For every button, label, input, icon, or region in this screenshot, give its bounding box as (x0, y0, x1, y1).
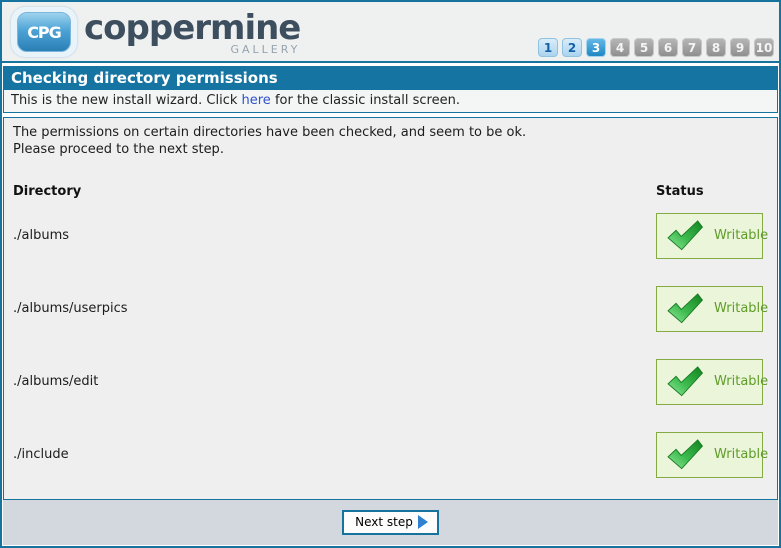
step-6[interactable]: 6 (658, 38, 678, 57)
next-step-label: Next step (355, 515, 413, 529)
brand-title: coppermine (84, 10, 300, 46)
cpg-logo-icon: CPG (17, 12, 71, 52)
intro-line-2: Please proceed to the next step. (13, 141, 768, 158)
step-9[interactable]: 9 (730, 38, 750, 57)
step-8[interactable]: 8 (706, 38, 726, 57)
intro-text: The permissions on certain directories h… (13, 124, 768, 158)
directory-path: ./albums/edit (13, 374, 656, 389)
check-icon (666, 439, 704, 471)
next-step-button[interactable]: Next step (342, 510, 439, 535)
column-header-directory: Directory (13, 184, 656, 199)
column-header-status: Status (656, 184, 768, 199)
step-4[interactable]: 4 (610, 38, 630, 57)
header: CPG coppermine GALLERY 12345678910 (2, 2, 779, 63)
status-label: Writable (714, 301, 768, 316)
directory-path: ./include (13, 447, 656, 462)
check-icon (666, 293, 704, 325)
check-icon (666, 220, 704, 252)
status-label: Writable (714, 228, 768, 243)
status-cell: Writable (656, 359, 768, 405)
table-header-row: Directory Status (13, 184, 768, 199)
status-badge: Writable (656, 213, 763, 259)
status-cell: Writable (656, 213, 768, 259)
wizard-note: This is the new install wizard. Click he… (4, 90, 777, 112)
status-label: Writable (714, 447, 768, 462)
intro-line-1: The permissions on certain directories h… (13, 124, 768, 141)
wizard-note-text-after: for the classic install screen. (271, 93, 460, 108)
status-badge: Writable (656, 286, 763, 332)
step-7[interactable]: 7 (682, 38, 702, 57)
status-badge: Writable (656, 359, 763, 405)
main-content: The permissions on certain directories h… (3, 117, 778, 500)
status-cell: Writable (656, 286, 768, 332)
step-3[interactable]: 3 (586, 38, 606, 57)
install-wizard-page: CPG coppermine GALLERY 12345678910 Check… (0, 0, 781, 548)
arrow-right-icon (418, 515, 428, 529)
step-indicator: 12345678910 (538, 38, 774, 57)
status-cell: Writable (656, 432, 768, 478)
check-icon (666, 366, 704, 398)
step-10[interactable]: 10 (754, 38, 774, 57)
directory-table-body: ./albumsWritable./albums/userpicsWritabl… (13, 199, 768, 491)
classic-install-link[interactable]: here (242, 93, 271, 108)
table-row: ./albums/editWritable (13, 345, 768, 418)
page-title: Checking directory permissions (4, 67, 777, 90)
title-section: Checking directory permissions This is t… (3, 66, 778, 113)
coppermine-logo: CPG (11, 7, 77, 57)
step-1[interactable]: 1 (538, 38, 558, 57)
directory-path: ./albums/userpics (13, 301, 656, 316)
directory-path: ./albums (13, 228, 656, 243)
brand-block: coppermine GALLERY (84, 10, 300, 56)
table-row: ./includeWritable (13, 418, 768, 491)
footer-bar: Next step (3, 500, 778, 545)
status-badge: Writable (656, 432, 763, 478)
table-row: ./albums/userpicsWritable (13, 272, 768, 345)
step-2[interactable]: 2 (562, 38, 582, 57)
wizard-note-text-before: This is the new install wizard. Click (11, 93, 242, 108)
status-label: Writable (714, 374, 768, 389)
step-5[interactable]: 5 (634, 38, 654, 57)
table-row: ./albumsWritable (13, 199, 768, 272)
